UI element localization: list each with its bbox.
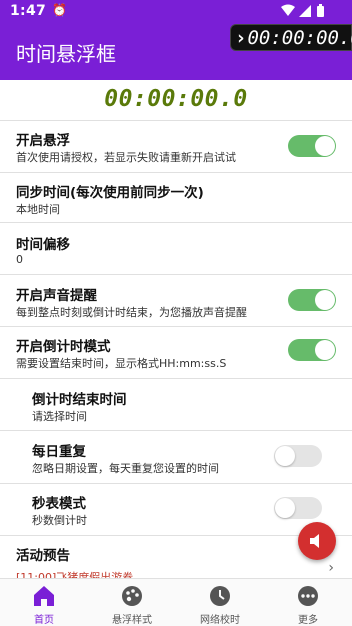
setting-floating[interactable]: 开启悬浮 首次使用请授权，若显示失败请重新开启试试	[0, 121, 352, 171]
nav-label: 网络校时	[200, 615, 240, 626]
sound-fab-button[interactable]	[298, 522, 336, 560]
stopwatch-toggle[interactable]	[274, 497, 322, 519]
nav-float-style[interactable]: 悬浮样式	[88, 579, 176, 626]
setting-subtitle: 需要设置结束时间，显示格式HH:mm:ss.S	[16, 357, 227, 370]
floating-timer[interactable]: ›00:00:00.0	[230, 24, 352, 51]
setting-value: 0	[16, 253, 23, 266]
toggle-knob	[275, 498, 295, 518]
nav-label: 悬浮样式	[112, 615, 152, 626]
nav-network-time[interactable]: 网络校时	[176, 579, 264, 626]
signal-battery-icons	[280, 4, 326, 21]
event-item[interactable]: [11:00]飞猪度假出游券	[16, 569, 133, 578]
page-title: 时间悬浮框	[16, 42, 116, 66]
setting-title: 倒计时结束时间	[32, 392, 127, 408]
clock-display: 00:00:00.0	[0, 80, 352, 120]
countdown-toggle[interactable]	[288, 339, 336, 361]
palette-icon	[122, 586, 142, 606]
setting-subtitle: 每到整点时刻或倒计时结束，为您播放声音提醒	[16, 306, 247, 319]
nav-label: 首页	[34, 615, 54, 626]
toggle-knob	[315, 290, 335, 310]
setting-subtitle: 忽略日期设置，每天重复您设置的时间	[32, 462, 219, 475]
setting-sound[interactable]: 开启声音提醒 每到整点时刻或倒计时结束，为您播放声音提醒	[0, 275, 352, 325]
sound-toggle[interactable]	[288, 289, 336, 311]
setting-countdown-end[interactable]: 倒计时结束时间 请选择时间	[0, 379, 352, 429]
chevron-right-icon[interactable]: ›	[328, 560, 334, 576]
setting-sync[interactable]: 同步时间(每次使用前同步一次) 本地时间	[0, 173, 352, 221]
setting-subtitle: 请选择时间	[32, 410, 87, 423]
setting-daily-repeat[interactable]: 每日重复 忽略日期设置，每天重复您设置的时间	[0, 431, 352, 483]
setting-title: 秒表模式	[32, 496, 86, 512]
daily-repeat-toggle[interactable]	[274, 445, 322, 467]
toggle-knob	[315, 136, 335, 156]
nav-more[interactable]: 更多	[264, 579, 352, 626]
setting-title: 活动预告	[16, 548, 70, 564]
setting-title: 开启倒计时模式	[16, 339, 111, 355]
setting-subtitle: 首次使用请授权，若显示失败请重新开启试试	[16, 151, 236, 164]
setting-title: 时间偏移	[16, 237, 70, 253]
nav-home[interactable]: 首页	[0, 579, 88, 626]
nav-label: 更多	[298, 615, 318, 626]
setting-stopwatch[interactable]: 秒表模式 秒数倒计时	[0, 484, 352, 534]
chevron-right-icon: ›	[235, 27, 247, 49]
home-icon	[34, 586, 54, 606]
toggle-knob	[275, 446, 295, 466]
toggle-knob	[315, 340, 335, 360]
setting-offset[interactable]: 时间偏移 0	[0, 223, 352, 273]
setting-title: 同步时间(每次使用前同步一次)	[16, 185, 204, 201]
more-icon	[298, 586, 318, 606]
setting-subtitle: 秒数倒计时	[32, 514, 87, 527]
setting-countdown[interactable]: 开启倒计时模式 需要设置结束时间，显示格式HH:mm:ss.S	[0, 327, 352, 377]
setting-title: 每日重复	[32, 444, 86, 460]
clock-icon	[210, 586, 230, 606]
speaker-icon	[310, 534, 319, 548]
bottom-nav: 首页 悬浮样式 网络校时 更多	[0, 578, 352, 626]
floating-toggle[interactable]	[288, 135, 336, 157]
status-time: 1:47	[10, 3, 47, 19]
floating-timer-value: 00:00:00.0	[247, 27, 352, 49]
setting-title: 开启声音提醒	[16, 288, 97, 304]
setting-subtitle: 本地时间	[16, 203, 60, 216]
alarm-icon: ⏰	[52, 3, 67, 17]
status-bar: 1:47 ⏰	[0, 0, 352, 24]
clock-value: 00:00:00.0	[104, 86, 248, 112]
setting-title: 开启悬浮	[16, 133, 70, 149]
